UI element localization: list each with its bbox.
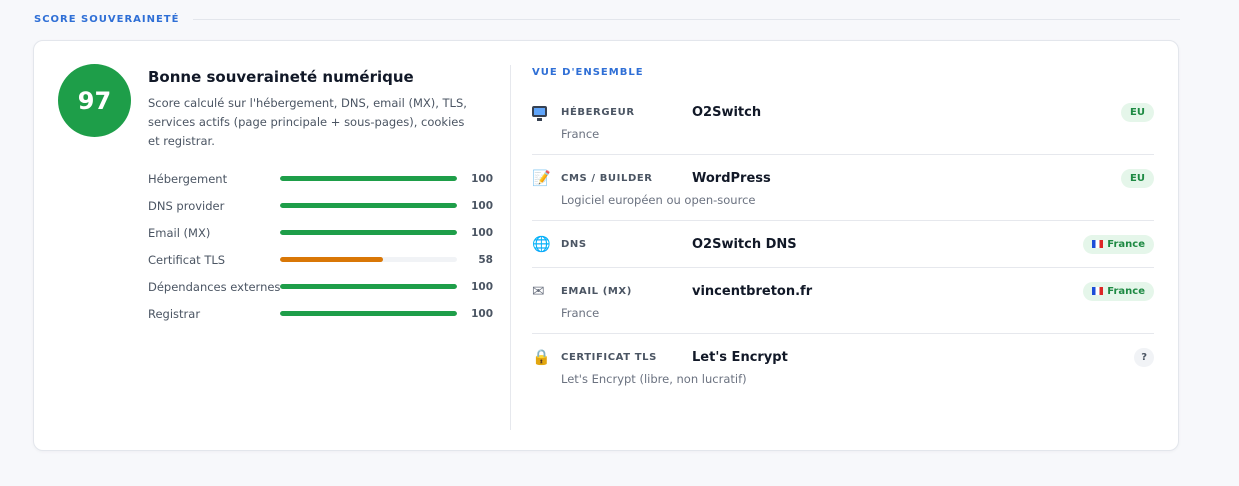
memo-icon: 📝 xyxy=(532,168,551,187)
badge-text: France xyxy=(1107,238,1145,250)
score-bar-value: 100 xyxy=(471,280,493,293)
region-badge: EU xyxy=(1121,168,1154,188)
row-detail: France xyxy=(561,306,600,320)
overview-title: VUE D'ENSEMBLE xyxy=(532,67,644,78)
overview-row-dns: 🌐 DNS O2Switch DNS France xyxy=(532,221,1154,268)
score-bar-label: Certificat TLS xyxy=(148,252,226,267)
score-bar-label: DNS provider xyxy=(148,198,225,213)
row-value: Let's Encrypt xyxy=(692,349,788,365)
score-title: Bonne souveraineté numérique xyxy=(148,68,414,86)
overview-row-email: ✉ EMAIL (MX) vincentbreton.fr France Fra… xyxy=(532,268,1154,334)
row-label: DNS xyxy=(561,238,587,250)
score-bar-value: 100 xyxy=(471,226,493,239)
globe-icon: 🌐 xyxy=(532,234,551,253)
score-bar-label: Dépendances externes xyxy=(148,279,281,294)
envelope-icon: ✉ xyxy=(532,281,545,300)
score-bar-row: Registrar 100 xyxy=(148,300,493,327)
score-bar-track xyxy=(280,230,457,235)
score-bar-value: 100 xyxy=(471,172,493,185)
row-label: CMS / BUILDER xyxy=(561,172,653,184)
score-bar-fill xyxy=(280,230,457,235)
region-badge: France xyxy=(1083,281,1154,301)
score-badge: 97 xyxy=(58,64,131,137)
unknown-badge: ? xyxy=(1134,347,1154,367)
score-bar-fill xyxy=(280,203,457,208)
row-value: O2Switch DNS xyxy=(692,236,797,252)
region-badge: France xyxy=(1083,234,1154,254)
overview-row-host: HÉBERGEUR O2Switch EU France xyxy=(532,89,1154,155)
overview-row-tls: 🔒 CERTIFICAT TLS Let's Encrypt ? Let's E… xyxy=(532,334,1154,399)
section-header: SCORE SOUVERAINETÉ xyxy=(34,14,1180,25)
row-value: vincentbreton.fr xyxy=(692,283,813,299)
panel-divider xyxy=(510,65,511,430)
score-bar-fill xyxy=(280,311,457,316)
score-bar-track xyxy=(280,284,457,289)
row-value: O2Switch xyxy=(692,104,762,120)
score-bar-value: 58 xyxy=(478,253,493,266)
france-flag-icon xyxy=(1092,286,1104,295)
sovereignty-card: 97 Bonne souveraineté numérique Score ca… xyxy=(33,40,1179,451)
score-bar-fill xyxy=(280,284,457,289)
score-bar-row: Certificat TLS 58 xyxy=(148,246,493,273)
france-flag-icon xyxy=(1092,239,1104,248)
score-bar-label: Email (MX) xyxy=(148,225,211,240)
score-bar-row: DNS provider 100 xyxy=(148,192,493,219)
score-bar-track xyxy=(280,176,457,181)
lock-icon: 🔒 xyxy=(532,347,551,366)
overview-row-cms: 📝 CMS / BUILDER WordPress EU Logiciel eu… xyxy=(532,155,1154,221)
section-title: SCORE SOUVERAINETÉ xyxy=(34,14,180,25)
score-bar-row: Email (MX) 100 xyxy=(148,219,493,246)
section-divider xyxy=(193,19,1180,20)
score-bar-label: Registrar xyxy=(148,306,201,321)
score-bar-fill xyxy=(280,257,383,262)
score-bar-track xyxy=(280,203,457,208)
row-label: HÉBERGEUR xyxy=(561,106,635,118)
row-value: WordPress xyxy=(692,170,771,186)
score-bar-fill xyxy=(280,176,457,181)
score-bar-label: Hébergement xyxy=(148,171,228,186)
region-badge: EU xyxy=(1121,102,1154,122)
badge-text: France xyxy=(1107,285,1145,297)
row-label: EMAIL (MX) xyxy=(561,285,632,297)
row-detail: France xyxy=(561,127,600,141)
score-breakdown: Hébergement 100 DNS provider 100 Email (… xyxy=(148,165,493,327)
row-detail: Logiciel européen ou open-source xyxy=(561,193,756,207)
score-bar-track xyxy=(280,311,457,316)
row-label: CERTIFICAT TLS xyxy=(561,351,657,363)
score-description: Score calculé sur l'hébergement, DNS, em… xyxy=(148,96,467,148)
score-bar-track xyxy=(280,257,457,262)
score-bar-row: Hébergement 100 xyxy=(148,165,493,192)
score-bar-value: 100 xyxy=(471,199,493,212)
overview-list: HÉBERGEUR O2Switch EU France 📝 CMS / BUI… xyxy=(532,89,1154,399)
monitor-icon xyxy=(532,105,561,121)
score-bar-row: Dépendances externes 100 xyxy=(148,273,493,300)
score-bar-value: 100 xyxy=(471,307,493,320)
row-detail: Let's Encrypt (libre, non lucratif) xyxy=(561,372,747,386)
